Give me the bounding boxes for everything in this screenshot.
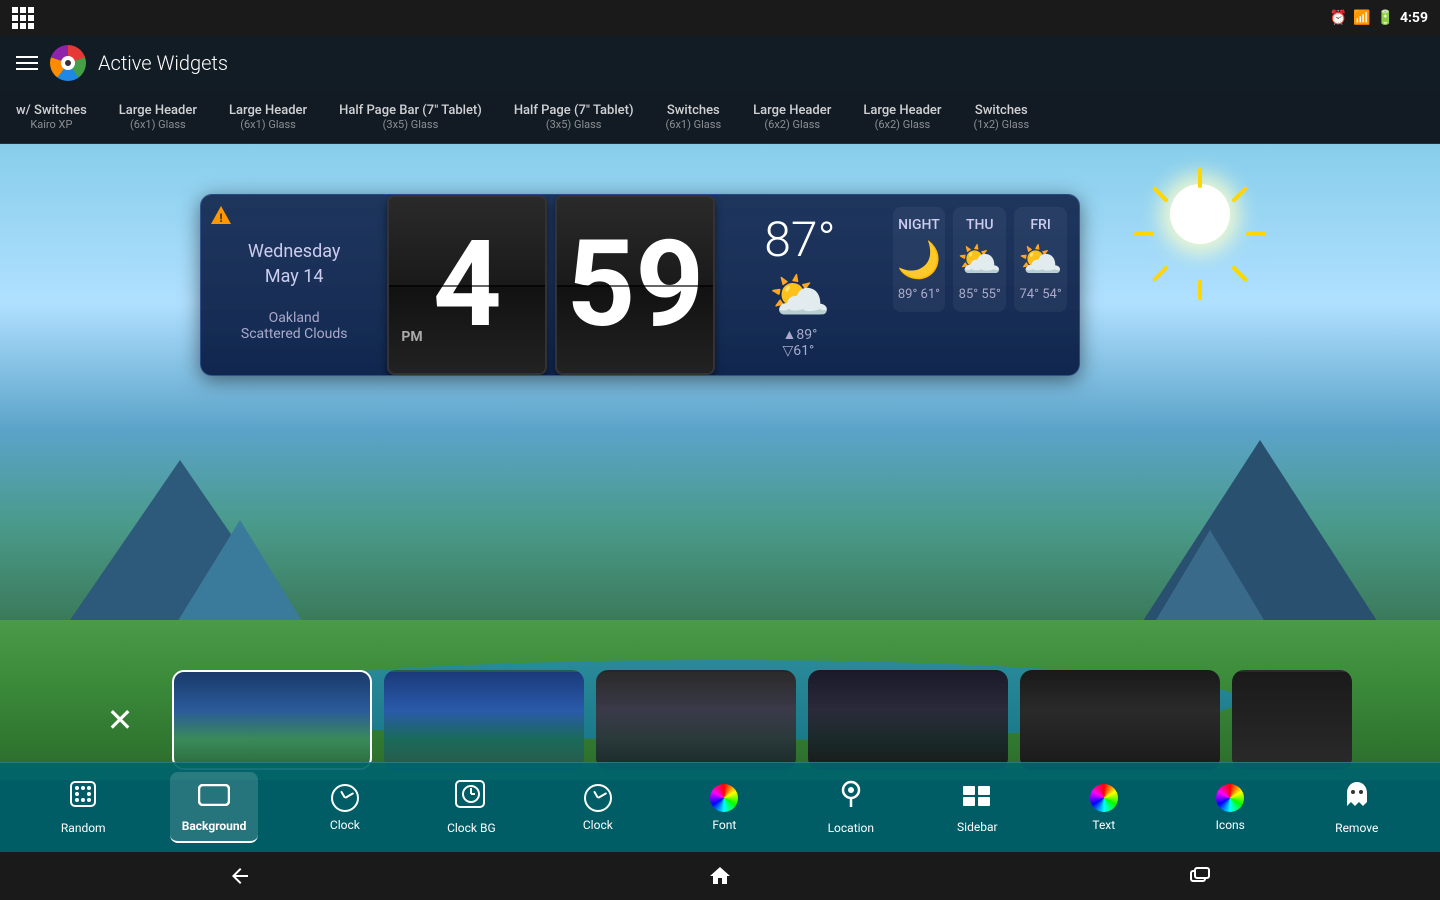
theme-thumb-2[interactable] [384, 670, 584, 770]
temp-main: 87° [764, 211, 835, 268]
temp-high: ▲89° [783, 326, 818, 343]
widget-item-3[interactable]: Half Page Bar (7" Tablet) (3x5) Glass [339, 103, 482, 131]
nav-bar [0, 852, 1440, 900]
toolbar-background[interactable]: Background [170, 772, 259, 843]
toolbar-sidebar[interactable]: Sidebar [937, 773, 1017, 842]
toolbar-sidebar-label: Sidebar [957, 820, 998, 834]
widget-indicator [632, 375, 648, 376]
weather-location: Oakland [225, 310, 363, 326]
status-left [12, 7, 34, 29]
warning-badge: ! [209, 203, 233, 227]
widget-item-5[interactable]: Switches (6x1) Glass [666, 103, 722, 131]
weather-temp-section: 87° ⛅ ▲89° ▽61° [719, 195, 880, 375]
weather-date: Wednesday [225, 241, 363, 262]
toolbar-clock-label: Clock [330, 818, 360, 832]
sun [1160, 174, 1240, 254]
temp-low: ▽61° [783, 343, 818, 359]
night-icon: 🌙 [897, 239, 942, 281]
clock-minute: 59 [555, 195, 715, 375]
toolbar-icons[interactable]: Icons [1190, 776, 1270, 840]
bracket-tl [172, 670, 186, 684]
clock-status-icon: ⏰ [1330, 10, 1347, 26]
forecast-fri: FRI ⛅ 74° 54° [1014, 207, 1067, 312]
status-right: ⏰ 📶 🔋 4:59 [1330, 10, 1428, 26]
forecast-days: NIGHT 🌙 89° 61° THU ⛅ 85° 55° FRI ⛅ [893, 207, 1067, 312]
weather-clock: 4 PM 59 [383, 195, 719, 375]
battery-icon: 🔋 [1377, 10, 1394, 26]
toolbar-text[interactable]: Text [1064, 776, 1144, 840]
toolbar-random[interactable]: Random [43, 772, 123, 843]
location-pin-icon [841, 780, 861, 815]
toolbar-clock-bg-label: Clock BG [447, 821, 496, 835]
home-button[interactable] [668, 856, 772, 896]
font-color-wheel-icon [710, 784, 738, 812]
theme-thumb-1[interactable] [172, 670, 372, 770]
status-bar: ⏰ 📶 🔋 4:59 [0, 0, 1440, 36]
hamburger-icon[interactable] [16, 56, 38, 70]
weather-condition: Scattered Clouds [225, 326, 363, 342]
toolbar-location-label: Location [828, 821, 874, 835]
weather-date2: May 14 [225, 266, 363, 287]
toolbar-font[interactable]: Font [684, 776, 764, 840]
theme-thumb-4[interactable] [808, 670, 1008, 770]
toolbar-clock2-label: Clock [583, 818, 613, 832]
toolbar-remove[interactable]: Remove [1317, 772, 1397, 843]
clock-hour: 4 PM [387, 195, 547, 375]
back-button[interactable] [188, 856, 292, 896]
forecast-night: NIGHT 🌙 89° 61° [893, 207, 946, 312]
toolbar-background-label: Background [182, 819, 247, 833]
toolbar-location[interactable]: Location [811, 772, 891, 843]
text-color-wheel-icon [1090, 784, 1118, 812]
ghost-icon-container [1345, 780, 1369, 815]
close-button[interactable]: ✕ [80, 670, 160, 770]
bottom-toolbar: Random Background Clock [0, 762, 1440, 852]
toolbar-clock-bg[interactable]: Clock BG [431, 772, 511, 843]
widget-item-7[interactable]: Large Header (6x2) Glass [863, 103, 941, 131]
widget-item-1[interactable]: Large Header (6x1) Glass [119, 103, 197, 131]
toolbar-clock2[interactable]: Clock [558, 776, 638, 840]
svg-text:!: ! [219, 211, 222, 225]
toolbar-random-label: Random [61, 821, 106, 835]
widget-item-2[interactable]: Large Header (6x1) Glass [229, 103, 307, 131]
fri-icon: ⛅ [1018, 239, 1063, 281]
clock-icon [331, 784, 359, 812]
menu-icon[interactable] [12, 7, 34, 29]
toolbar-font-label: Font [712, 818, 736, 832]
wifi-icon: 📶 [1353, 10, 1370, 26]
widget-item-6[interactable]: Large Header (6x2) Glass [753, 103, 831, 131]
widget-item-0[interactable]: w/ Switches Kairo XP [16, 103, 87, 131]
toolbar-remove-label: Remove [1335, 821, 1378, 835]
clock2-icon [584, 784, 612, 812]
weather-widget: ! Wednesday May 14 Oakland Scattered Clo… [200, 194, 1080, 376]
app-title: Active Widgets [98, 51, 228, 75]
app-logo [50, 45, 86, 81]
widget-strip: w/ Switches Kairo XP Large Header (6x1) … [0, 90, 1440, 144]
theme-thumb-6[interactable] [1232, 670, 1352, 770]
status-time: 4:59 [1400, 10, 1428, 26]
toolbar-icons-label: Icons [1216, 818, 1245, 832]
icons-color-wheel-icon [1216, 784, 1244, 812]
theme-thumb-5[interactable] [1020, 670, 1220, 770]
forecast-thu: THU ⛅ 85° 55° [953, 207, 1006, 312]
theme-thumb-3[interactable] [596, 670, 796, 770]
widget-item-4[interactable]: Half Page (7" Tablet) (3x5) Glass [514, 103, 634, 131]
dice-icon [69, 780, 97, 815]
sidebar-grid-icon [962, 781, 992, 814]
toolbar-clock[interactable]: Clock [305, 776, 385, 840]
weather-forecast: NIGHT 🌙 89° 61° THU ⛅ 85° 55° FRI ⛅ [881, 195, 1079, 375]
clock-bg-icon [455, 780, 487, 815]
thu-icon: ⛅ [957, 239, 1002, 281]
recents-button[interactable] [1148, 856, 1252, 896]
rect-icon [198, 780, 230, 813]
widget-item-8[interactable]: Switches (1x2) Glass [973, 103, 1029, 131]
toolbar-text-label: Text [1092, 818, 1115, 832]
app-header: Active Widgets [0, 36, 1440, 90]
weather-icon-main: ⛅ [769, 268, 831, 326]
bracket-tr [358, 670, 372, 684]
